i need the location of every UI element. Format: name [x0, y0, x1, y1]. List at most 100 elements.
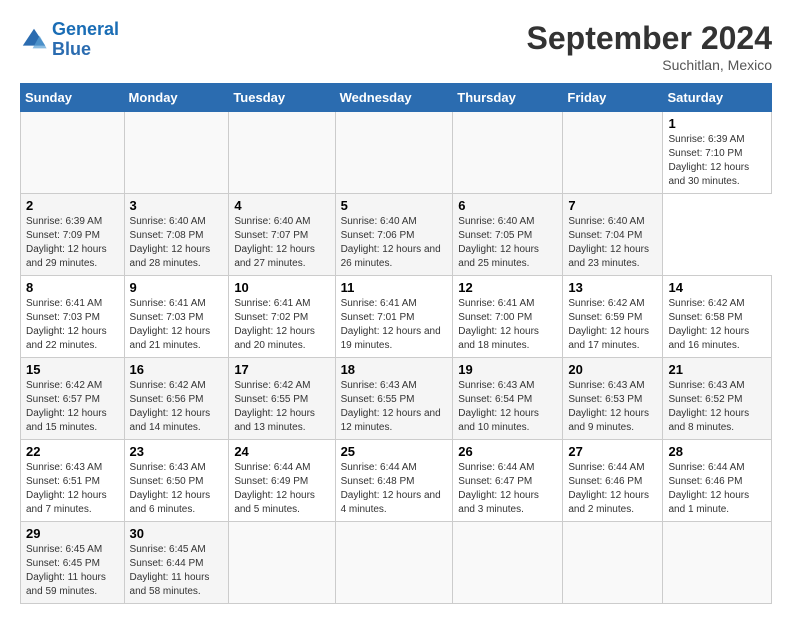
day-number: 24	[234, 444, 329, 459]
logo: General Blue	[20, 20, 119, 60]
calendar-header: SundayMondayTuesdayWednesdayThursdayFrid…	[21, 84, 772, 112]
week-row-2: 8 Sunrise: 6:41 AMSunset: 7:03 PMDayligh…	[21, 276, 772, 358]
logo-line1: General	[52, 19, 119, 39]
day-number: 8	[26, 280, 119, 295]
empty-cell	[21, 112, 125, 194]
day-number: 21	[668, 362, 766, 377]
day-cell-27: 27 Sunrise: 6:44 AMSunset: 6:46 PMDaylig…	[563, 440, 663, 522]
day-info: Sunrise: 6:42 AMSunset: 6:58 PMDaylight:…	[668, 298, 749, 351]
day-cell-1: 1 Sunrise: 6:39 AMSunset: 7:10 PMDayligh…	[663, 112, 772, 194]
day-info: Sunrise: 6:43 AMSunset: 6:52 PMDaylight:…	[668, 380, 749, 433]
day-cell-10: 10 Sunrise: 6:41 AMSunset: 7:02 PMDaylig…	[229, 276, 335, 358]
day-number: 17	[234, 362, 329, 377]
day-info: Sunrise: 6:42 AMSunset: 6:57 PMDaylight:…	[26, 380, 107, 433]
day-info: Sunrise: 6:40 AMSunset: 7:05 PMDaylight:…	[458, 216, 539, 269]
day-number: 12	[458, 280, 557, 295]
day-info: Sunrise: 6:43 AMSunset: 6:51 PMDaylight:…	[26, 462, 107, 515]
day-cell-17: 17 Sunrise: 6:42 AMSunset: 6:55 PMDaylig…	[229, 358, 335, 440]
day-number: 27	[568, 444, 657, 459]
day-cell-22: 22 Sunrise: 6:43 AMSunset: 6:51 PMDaylig…	[21, 440, 125, 522]
day-number: 11	[341, 280, 448, 295]
day-cell-3: 3 Sunrise: 6:40 AMSunset: 7:08 PMDayligh…	[124, 194, 229, 276]
day-number: 22	[26, 444, 119, 459]
day-number: 14	[668, 280, 766, 295]
header-cell-tuesday: Tuesday	[229, 84, 335, 112]
day-cell-6: 6 Sunrise: 6:40 AMSunset: 7:05 PMDayligh…	[453, 194, 563, 276]
day-cell-12: 12 Sunrise: 6:41 AMSunset: 7:00 PMDaylig…	[453, 276, 563, 358]
day-number: 18	[341, 362, 448, 377]
title-area: September 2024 Suchitlan, Mexico	[527, 20, 772, 73]
week-row-3: 15 Sunrise: 6:42 AMSunset: 6:57 PMDaylig…	[21, 358, 772, 440]
day-cell-25: 25 Sunrise: 6:44 AMSunset: 6:48 PMDaylig…	[335, 440, 453, 522]
day-info: Sunrise: 6:39 AMSunset: 7:10 PMDaylight:…	[668, 134, 749, 187]
day-number: 6	[458, 198, 557, 213]
day-number: 19	[458, 362, 557, 377]
logo-line2: Blue	[52, 39, 91, 59]
day-number: 30	[130, 526, 224, 541]
day-info: Sunrise: 6:41 AMSunset: 7:00 PMDaylight:…	[458, 298, 539, 351]
day-number: 2	[26, 198, 119, 213]
header-cell-thursday: Thursday	[453, 84, 563, 112]
day-number: 15	[26, 362, 119, 377]
day-number: 9	[130, 280, 224, 295]
day-cell-15: 15 Sunrise: 6:42 AMSunset: 6:57 PMDaylig…	[21, 358, 125, 440]
day-number: 26	[458, 444, 557, 459]
day-number: 28	[668, 444, 766, 459]
day-number: 25	[341, 444, 448, 459]
header-cell-saturday: Saturday	[663, 84, 772, 112]
day-info: Sunrise: 6:40 AMSunset: 7:08 PMDaylight:…	[130, 216, 211, 269]
day-number: 29	[26, 526, 119, 541]
day-cell-23: 23 Sunrise: 6:43 AMSunset: 6:50 PMDaylig…	[124, 440, 229, 522]
month-title: September 2024	[527, 20, 772, 57]
logo-text: General Blue	[52, 20, 119, 60]
empty-cell	[335, 522, 453, 604]
header-cell-wednesday: Wednesday	[335, 84, 453, 112]
day-cell-14: 14 Sunrise: 6:42 AMSunset: 6:58 PMDaylig…	[663, 276, 772, 358]
day-cell-18: 18 Sunrise: 6:43 AMSunset: 6:55 PMDaylig…	[335, 358, 453, 440]
day-info: Sunrise: 6:43 AMSunset: 6:53 PMDaylight:…	[568, 380, 649, 433]
day-info: Sunrise: 6:40 AMSunset: 7:07 PMDaylight:…	[234, 216, 315, 269]
day-number: 23	[130, 444, 224, 459]
calendar-table: SundayMondayTuesdayWednesdayThursdayFrid…	[20, 83, 772, 604]
empty-cell	[124, 112, 229, 194]
day-cell-16: 16 Sunrise: 6:42 AMSunset: 6:56 PMDaylig…	[124, 358, 229, 440]
empty-cell	[563, 522, 663, 604]
day-number: 1	[668, 116, 766, 131]
day-number: 7	[568, 198, 657, 213]
day-cell-11: 11 Sunrise: 6:41 AMSunset: 7:01 PMDaylig…	[335, 276, 453, 358]
day-cell-4: 4 Sunrise: 6:40 AMSunset: 7:07 PMDayligh…	[229, 194, 335, 276]
day-info: Sunrise: 6:43 AMSunset: 6:54 PMDaylight:…	[458, 380, 539, 433]
location-subtitle: Suchitlan, Mexico	[527, 57, 772, 73]
day-cell-26: 26 Sunrise: 6:44 AMSunset: 6:47 PMDaylig…	[453, 440, 563, 522]
week-row-0: 1 Sunrise: 6:39 AMSunset: 7:10 PMDayligh…	[21, 112, 772, 194]
day-number: 20	[568, 362, 657, 377]
day-info: Sunrise: 6:44 AMSunset: 6:46 PMDaylight:…	[668, 462, 749, 515]
day-info: Sunrise: 6:44 AMSunset: 6:46 PMDaylight:…	[568, 462, 649, 515]
day-cell-8: 8 Sunrise: 6:41 AMSunset: 7:03 PMDayligh…	[21, 276, 125, 358]
day-cell-21: 21 Sunrise: 6:43 AMSunset: 6:52 PMDaylig…	[663, 358, 772, 440]
header-cell-sunday: Sunday	[21, 84, 125, 112]
day-info: Sunrise: 6:40 AMSunset: 7:06 PMDaylight:…	[341, 216, 441, 269]
day-cell-19: 19 Sunrise: 6:43 AMSunset: 6:54 PMDaylig…	[453, 358, 563, 440]
week-row-4: 22 Sunrise: 6:43 AMSunset: 6:51 PMDaylig…	[21, 440, 772, 522]
day-cell-30: 30 Sunrise: 6:45 AMSunset: 6:44 PMDaylig…	[124, 522, 229, 604]
day-number: 4	[234, 198, 329, 213]
day-cell-28: 28 Sunrise: 6:44 AMSunset: 6:46 PMDaylig…	[663, 440, 772, 522]
day-cell-20: 20 Sunrise: 6:43 AMSunset: 6:53 PMDaylig…	[563, 358, 663, 440]
day-cell-13: 13 Sunrise: 6:42 AMSunset: 6:59 PMDaylig…	[563, 276, 663, 358]
week-row-5: 29 Sunrise: 6:45 AMSunset: 6:45 PMDaylig…	[21, 522, 772, 604]
day-info: Sunrise: 6:41 AMSunset: 7:01 PMDaylight:…	[341, 298, 441, 351]
empty-cell	[663, 522, 772, 604]
empty-cell	[335, 112, 453, 194]
day-number: 16	[130, 362, 224, 377]
day-info: Sunrise: 6:41 AMSunset: 7:03 PMDaylight:…	[26, 298, 107, 351]
day-number: 10	[234, 280, 329, 295]
logo-icon	[20, 26, 48, 54]
header: General Blue September 2024 Suchitlan, M…	[20, 20, 772, 73]
day-cell-5: 5 Sunrise: 6:40 AMSunset: 7:06 PMDayligh…	[335, 194, 453, 276]
day-cell-24: 24 Sunrise: 6:44 AMSunset: 6:49 PMDaylig…	[229, 440, 335, 522]
day-info: Sunrise: 6:39 AMSunset: 7:09 PMDaylight:…	[26, 216, 107, 269]
day-info: Sunrise: 6:42 AMSunset: 6:56 PMDaylight:…	[130, 380, 211, 433]
empty-cell	[453, 522, 563, 604]
day-info: Sunrise: 6:42 AMSunset: 6:59 PMDaylight:…	[568, 298, 649, 351]
